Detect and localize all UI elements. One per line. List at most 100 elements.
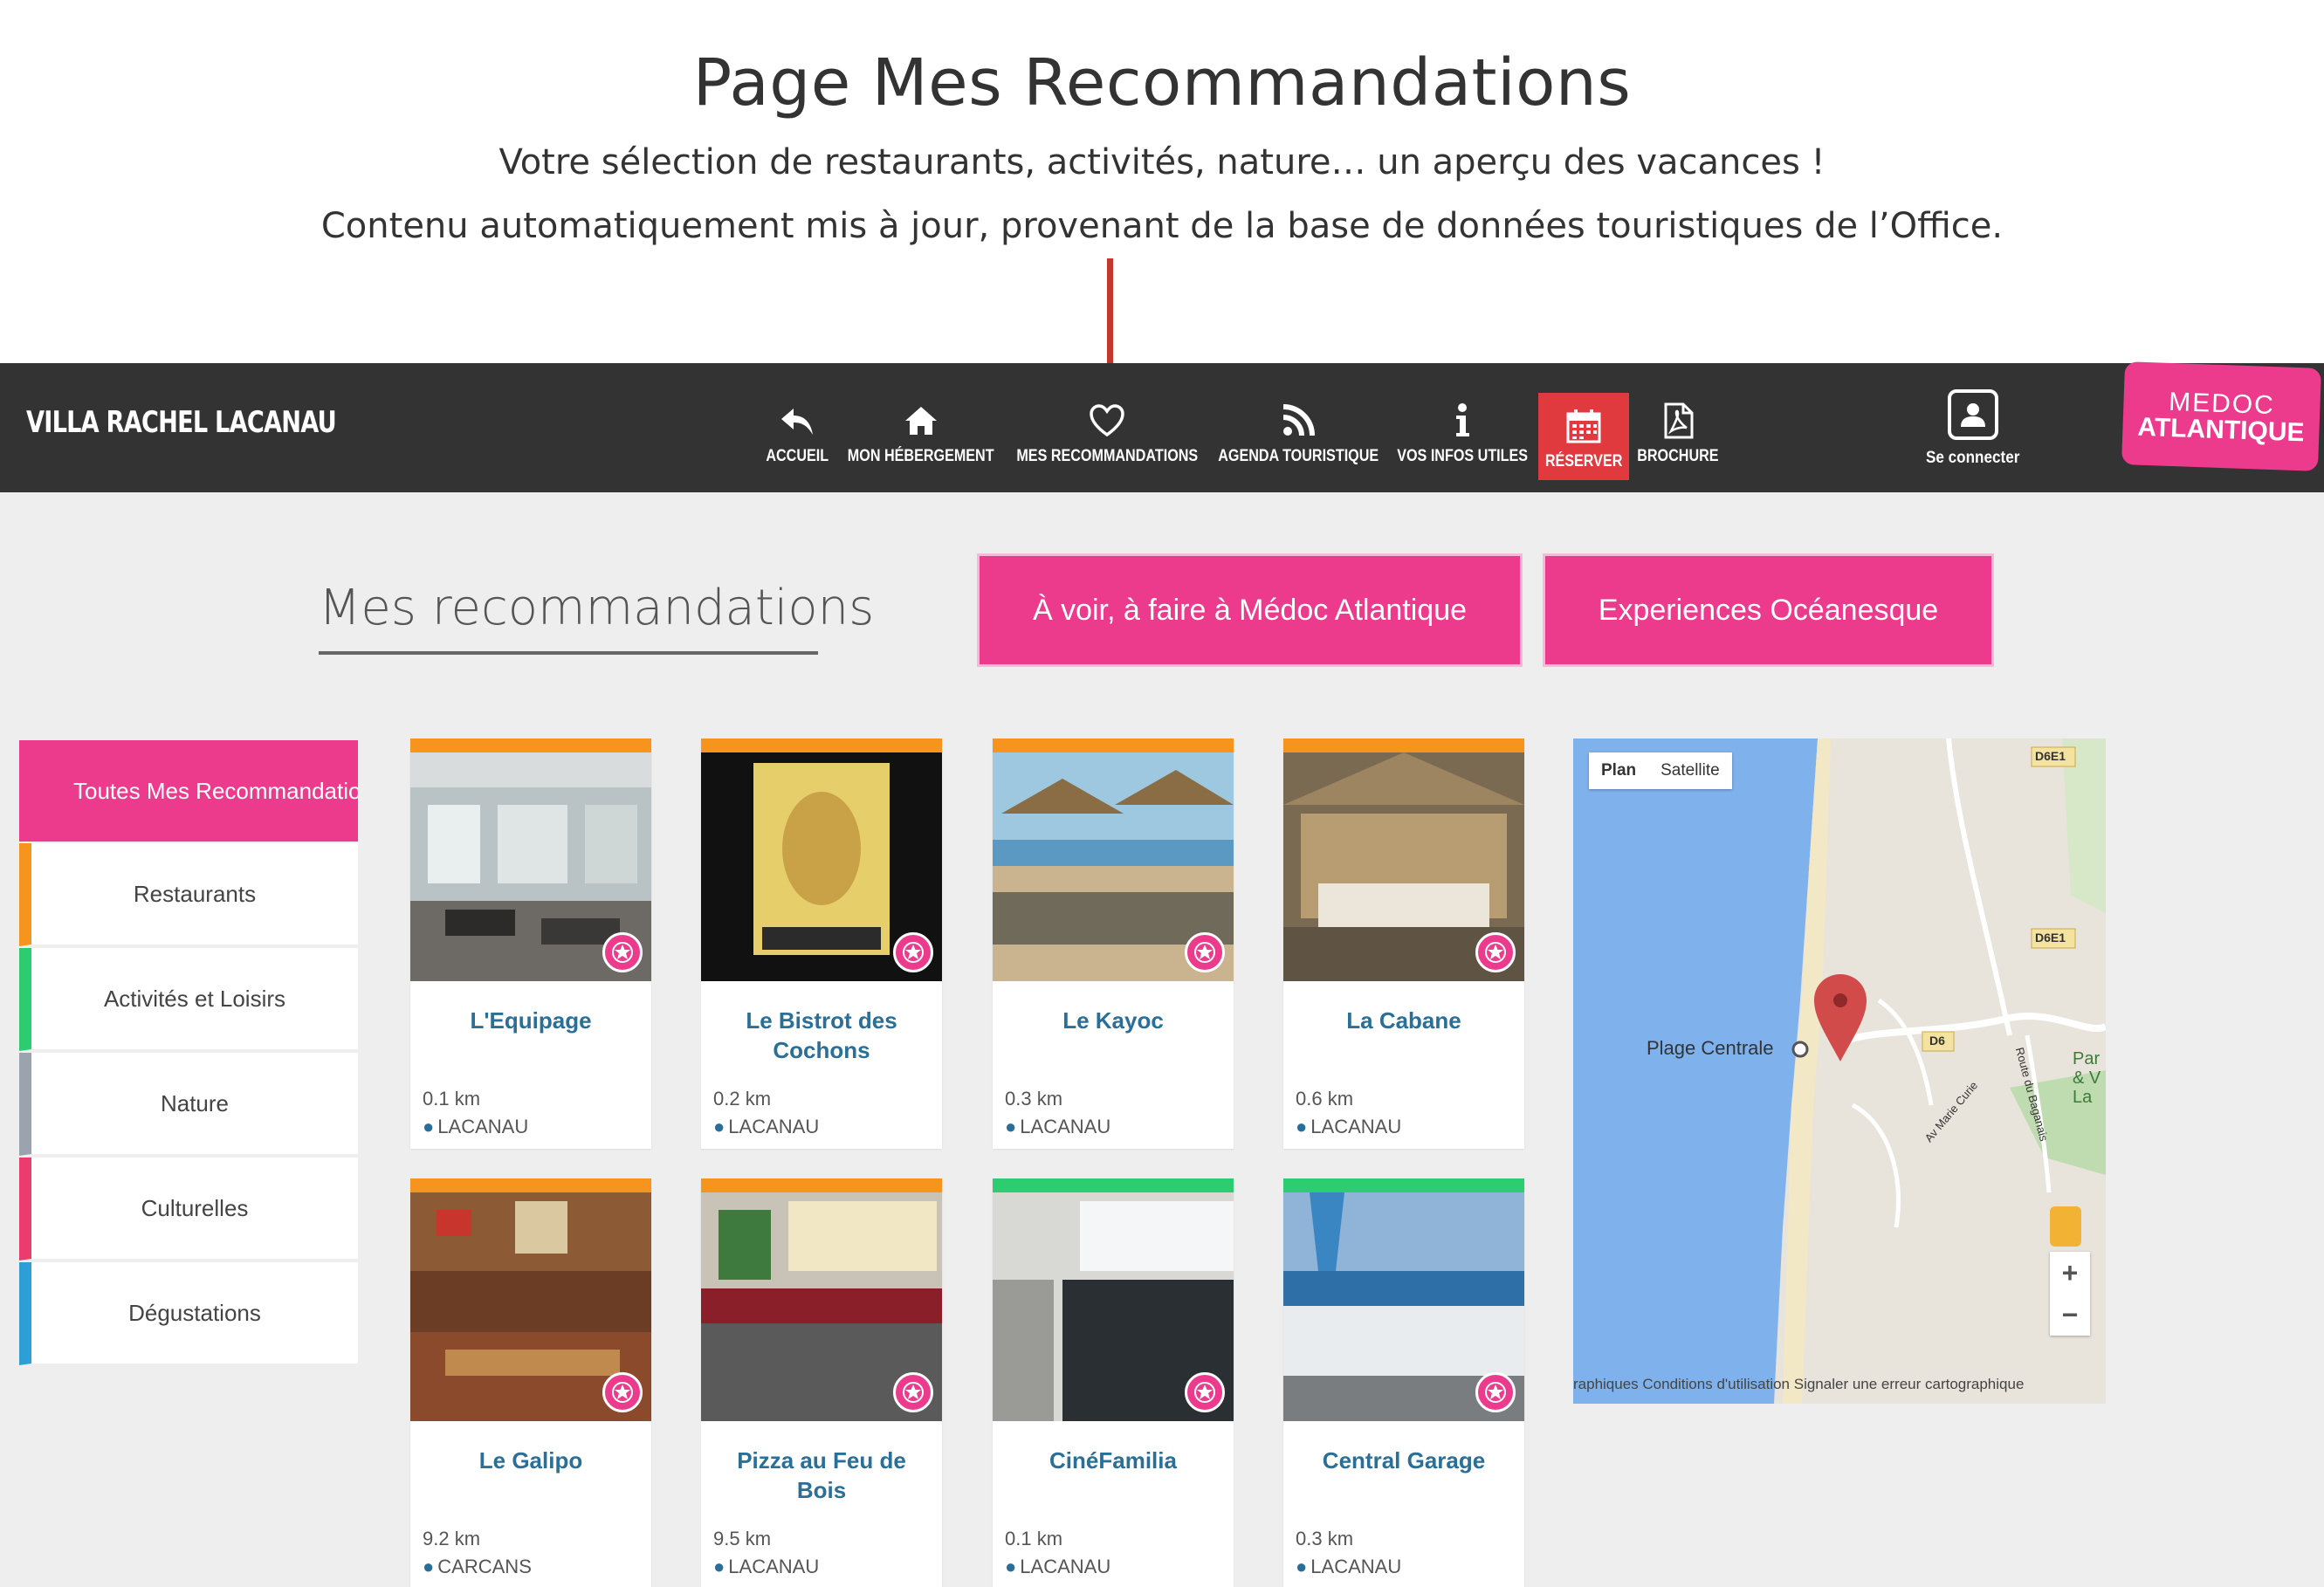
map-marker-icon: ● bbox=[1296, 1556, 1308, 1577]
brand-title[interactable]: VILLA RACHEL LACANAU bbox=[26, 405, 337, 440]
card-lequipage[interactable]: L'Equipage 0.1 km ● LACANAU bbox=[410, 739, 651, 1149]
rss-icon bbox=[1282, 404, 1315, 436]
star-icon[interactable] bbox=[893, 1372, 933, 1412]
zoom-out-button[interactable]: − bbox=[2050, 1294, 2090, 1336]
annotation-line-1: Votre sélection de restaurants, activité… bbox=[498, 142, 1826, 182]
card-town: LACANAU bbox=[1020, 1556, 1111, 1577]
card-title: L'Equipage bbox=[470, 1007, 592, 1034]
star-icon[interactable] bbox=[1475, 932, 1516, 972]
nav-reserver[interactable]: RÉSERVER bbox=[1538, 393, 1629, 480]
card-image bbox=[993, 752, 1234, 981]
filter-all[interactable]: Toutes Mes Recommandations bbox=[19, 740, 358, 842]
nav-label: AGENDA TOURISTIQUE bbox=[1218, 447, 1379, 465]
map-road-label: D6E1 bbox=[2035, 931, 2066, 945]
card-image bbox=[410, 752, 651, 981]
star-icon[interactable] bbox=[1185, 932, 1225, 972]
card-title: CinéFamilia bbox=[1049, 1447, 1177, 1474]
title-underline bbox=[319, 651, 818, 655]
info-icon bbox=[1456, 403, 1469, 436]
card-town-row: ● LACANAU bbox=[1283, 1116, 1524, 1138]
page-title: Mes recommandations bbox=[319, 580, 875, 636]
nav-label: RÉSERVER bbox=[1544, 452, 1623, 471]
card-title: Le Bistrot des Cochons bbox=[746, 1007, 897, 1063]
card-la-cabane[interactable]: La Cabane 0.6 km ● LACANAU bbox=[1283, 739, 1524, 1149]
category-bar bbox=[410, 1178, 651, 1192]
home-icon bbox=[905, 407, 937, 435]
map-attribution[interactable]: raphiques Conditions d'utilisation Signa… bbox=[1573, 1376, 2106, 1393]
card-town-row: ● LACANAU bbox=[993, 1556, 1234, 1578]
card-distance: 0.3 km bbox=[1296, 1528, 1354, 1549]
nav-agenda-touristique[interactable]: AGENDA TOURISTIQUE bbox=[1215, 391, 1381, 466]
logo-line-2: ATLANTIQUE bbox=[2136, 412, 2306, 448]
user-icon bbox=[1948, 389, 1998, 440]
card-image bbox=[993, 1192, 1234, 1421]
medoc-atlantique-logo[interactable]: MEDOC ATLANTIQUE bbox=[2121, 361, 2321, 471]
nav-label: VOS INFOS UTILES bbox=[1397, 447, 1528, 465]
card-image bbox=[701, 752, 942, 981]
filter-restaurants[interactable]: Restaurants bbox=[19, 843, 358, 946]
category-bar bbox=[993, 1178, 1234, 1192]
login-button[interactable]: Se connecter bbox=[1916, 389, 2030, 468]
map-satellite-button[interactable]: Satellite bbox=[1648, 752, 1732, 789]
voir-faire-button[interactable]: À voir, à faire à Médoc Atlantique bbox=[977, 553, 1523, 667]
card-distance: 0.1 km bbox=[1005, 1528, 1063, 1549]
filter-nature[interactable]: Nature bbox=[19, 1053, 358, 1156]
star-icon[interactable] bbox=[602, 932, 643, 972]
map-park-label: Par & V La bbox=[2073, 1049, 2101, 1107]
nav-label: MES RECOMMANDATIONS bbox=[1016, 447, 1198, 465]
map-road-label: D6 bbox=[1929, 1034, 1945, 1048]
card-title: Pizza au Feu de Bois bbox=[737, 1447, 906, 1503]
card-distance: 9.5 km bbox=[713, 1528, 772, 1549]
card-town: LACANAU bbox=[1020, 1116, 1111, 1137]
card-le-galipo[interactable]: Le Galipo 9.2 km ● CARCANS bbox=[410, 1178, 651, 1587]
filter-activites[interactable]: Activités et Loisirs bbox=[19, 948, 358, 1051]
card-town: LACANAU bbox=[437, 1116, 529, 1137]
zoom-in-button[interactable]: + bbox=[2050, 1252, 2090, 1294]
card-le-kayoc[interactable]: Le Kayoc 0.3 km ● LACANAU bbox=[993, 739, 1234, 1149]
filter-degustations[interactable]: Dégustations bbox=[19, 1262, 358, 1365]
nav-brochure[interactable]: BROCHURE bbox=[1633, 391, 1723, 466]
nav-label: MON HÉBERGEMENT bbox=[848, 447, 994, 465]
nav-vos-infos-utiles[interactable]: VOS INFOS UTILES bbox=[1390, 391, 1535, 466]
login-label: Se connecter bbox=[1926, 449, 2020, 467]
map-marker-icon: ● bbox=[423, 1116, 435, 1137]
top-navbar: VILLA RACHEL LACANAU ACCUEIL MON HÉBERGE… bbox=[0, 363, 2324, 492]
star-icon[interactable] bbox=[602, 1372, 643, 1412]
nav-mes-recommandations[interactable]: MES RECOMMANDATIONS bbox=[1006, 391, 1208, 466]
calendar-icon bbox=[1566, 409, 1601, 443]
filter-culturelles[interactable]: Culturelles bbox=[19, 1158, 358, 1261]
star-icon[interactable] bbox=[893, 932, 933, 972]
category-bar bbox=[1283, 1178, 1524, 1192]
category-bar bbox=[1283, 739, 1524, 752]
experiences-button[interactable]: Experiences Océanesque bbox=[1543, 553, 1994, 667]
card-distance: 0.6 km bbox=[1296, 1088, 1354, 1110]
nav-accueil[interactable]: ACCUEIL bbox=[758, 391, 836, 466]
card-bistrot-des-cochons[interactable]: Le Bistrot des Cochons 0.2 km ● LACANAU bbox=[701, 739, 942, 1149]
card-title: La Cabane bbox=[1346, 1007, 1461, 1034]
map-marker-icon: ● bbox=[713, 1116, 725, 1137]
card-town: CARCANS bbox=[437, 1556, 532, 1577]
heart-icon bbox=[1090, 404, 1124, 437]
card-town-row: ● LACANAU bbox=[993, 1116, 1234, 1138]
star-icon[interactable] bbox=[1185, 1372, 1225, 1412]
card-central-garage[interactable]: Central Garage 0.3 km ● LACANAU bbox=[1283, 1178, 1524, 1587]
nav-label: BROCHURE bbox=[1637, 447, 1719, 465]
card-cinefamilia[interactable]: CinéFamilia 0.1 km ● LACANAU bbox=[993, 1178, 1234, 1587]
card-pizza-au-feu-de-bois[interactable]: Pizza au Feu de Bois 9.5 km ● LACANAU bbox=[701, 1178, 942, 1587]
annotation-line-2: Contenu automatiquement mis à jour, prov… bbox=[320, 206, 2004, 246]
map-plan-button[interactable]: Plan bbox=[1589, 752, 1648, 789]
category-bar bbox=[701, 1178, 942, 1192]
map-place-label: Plage Centrale bbox=[1647, 1037, 1774, 1059]
card-town-row: ● CARCANS bbox=[410, 1556, 651, 1578]
card-town-row: ● LACANAU bbox=[701, 1556, 942, 1578]
nav-mon-hebergement[interactable]: MON HÉBERGEMENT bbox=[842, 391, 1000, 466]
card-town: LACANAU bbox=[1310, 1116, 1402, 1137]
nav-label: ACCUEIL bbox=[766, 447, 829, 465]
card-image bbox=[701, 1192, 942, 1421]
map-zoom-controls: + − bbox=[2050, 1252, 2090, 1336]
star-icon[interactable] bbox=[1475, 1372, 1516, 1412]
category-bar bbox=[701, 739, 942, 752]
map-widget[interactable]: Plan Satellite Plage Centrale D6E1 D6E1 … bbox=[1573, 739, 2106, 1404]
card-distance: 0.2 km bbox=[713, 1088, 772, 1110]
card-image bbox=[1283, 752, 1524, 981]
